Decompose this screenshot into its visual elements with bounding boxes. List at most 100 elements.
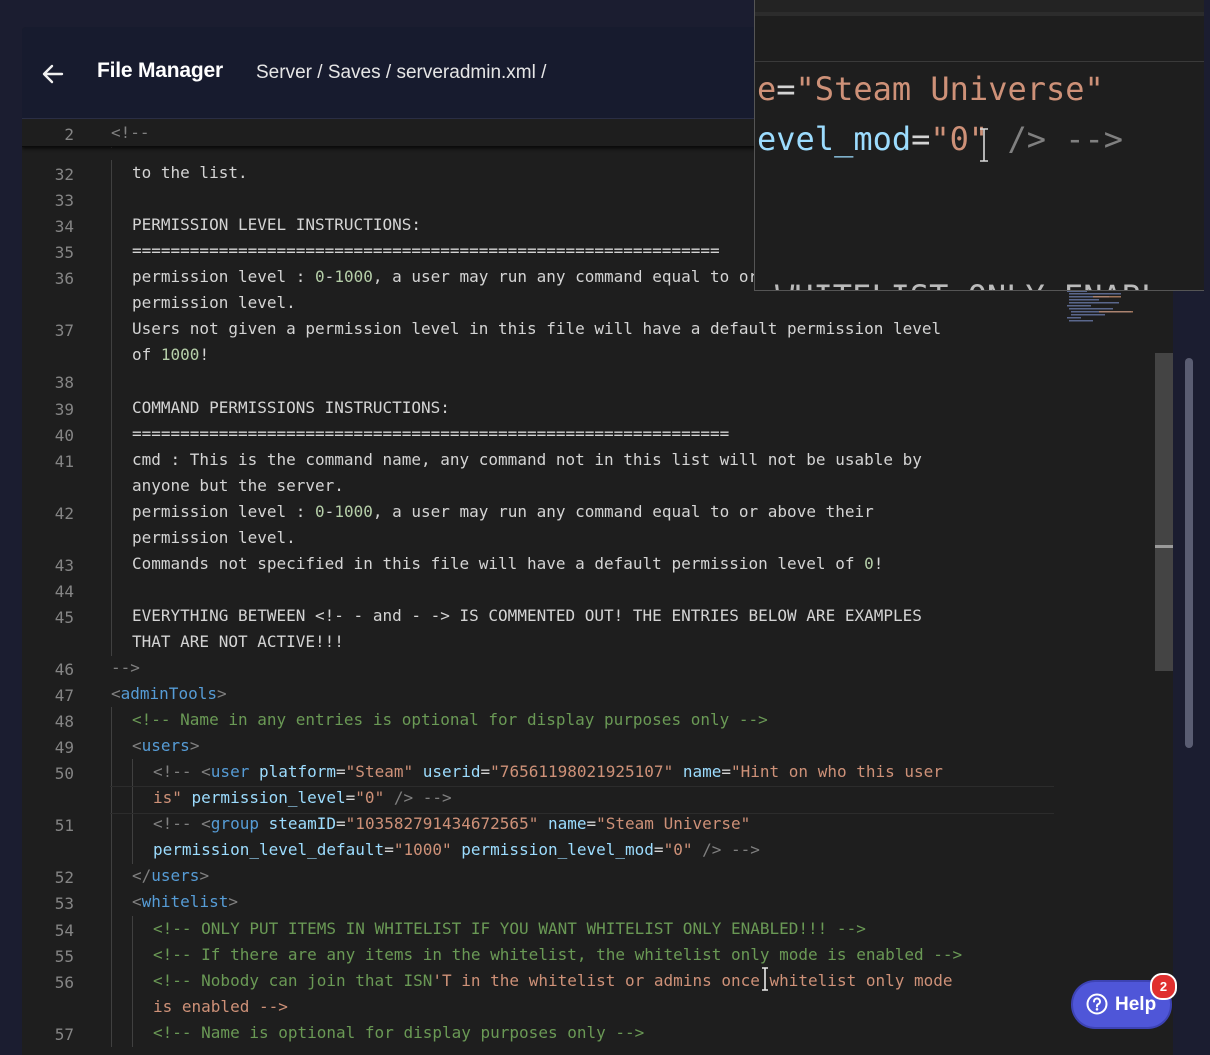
code-line[interactable]: 55 <!-- If there are any items in the whi… [22,941,1173,969]
code-line[interactable]: 51 <!-- <group steamID="10358279143467256… [22,811,1173,839]
back-arrow-icon[interactable] [40,61,66,87]
code-text: permission level : 0-1000, a user may ru… [132,502,874,521]
code-token: < [132,892,142,912]
code-text: <!-- Nobody can join that ISN'T in the w… [153,971,953,990]
breadcrumb-item-saves[interactable]: Saves [328,62,381,83]
code-line[interactable]: 50 <!-- <user platform="Steam" userid="76… [22,759,1173,787]
code-token: permission_level_mod [461,840,654,860]
code-token: ! [199,345,210,365]
code-line[interactable]: 38 [22,368,1173,396]
code-token: --> [111,658,140,677]
code-text: <!-- ONLY PUT ITEMS IN WHITELIST IF YOU … [153,919,866,938]
line-number: 36 [54,269,74,289]
code-token: group [210,814,269,834]
code-text: <whitelist> [132,892,238,911]
zoom-token: "Steam Universe" [795,70,1104,108]
code-line[interactable]: permission level. [22,290,1173,318]
code-token: 1000 [334,267,373,287]
code-text: <!-- If there are any items in the white… [153,945,962,964]
code-token: <!-- ONLY PUT ITEMS IN WHITELIST IF YOU … [153,918,866,938]
code-token: steamID [268,814,337,834]
code-token: 1000 [334,501,373,521]
code-line[interactable]: 52 </users> [22,863,1173,891]
code-line[interactable]: permission_level_default="1000" permissi… [22,837,1173,865]
indent-guide [111,733,112,761]
line-number: 51 [54,816,74,836]
minimap[interactable] [1063,288,1153,330]
code-token: <!-- Nobody can join that ISN [153,970,433,990]
zoom-divider [755,61,1204,62]
line-number: 41 [54,451,74,471]
indent-guide [111,993,112,1021]
indent-guide [111,524,112,552]
code-token: COMMAND PERMISSIONS INSTRUCTIONS: [132,397,450,417]
code-token: > [189,736,200,756]
code-text: ========================================… [132,241,720,260]
code-line[interactable]: 37 Users not given a permission level in … [22,316,1173,344]
code-line[interactable]: 53 <whitelist> [22,889,1173,917]
code-line[interactable]: anyone but the server. [22,472,1173,500]
code-token: adminTools [120,684,217,704]
code-token: < [111,684,121,704]
code-token: > [228,892,238,912]
zoom-divider [755,0,1204,16]
indent-guide [111,863,112,891]
indent-guide [111,290,112,318]
breadcrumb-item-server[interactable]: Server [256,62,312,83]
code-line[interactable]: 45 EVERYTHING BETWEEN <!- - and - -> IS C… [22,602,1173,630]
indent-guide [111,472,112,500]
line-number: 56 [54,972,74,992]
indent-guide [111,212,112,240]
zoom-token: "0" [930,120,1008,158]
line-number: 46 [54,660,74,679]
code-line[interactable]: 40 ======================================… [22,420,1173,448]
breadcrumb-separator: / [311,62,328,83]
code-line[interactable]: 54 <!-- ONLY PUT ITEMS IN WHITELIST IF YO… [22,915,1173,943]
code-token: PERMISSION LEVEL INSTRUCTIONS: [132,215,421,235]
indent-guide [111,342,112,370]
indent-guide [111,628,112,656]
help-label: Help [1115,994,1157,1015]
code-token: to the list. [132,163,248,183]
code-text: THAT ARE NOT ACTIVE!!! [132,632,344,651]
code-token: 0 [864,553,874,573]
code-token: ========================================… [132,241,720,261]
code-line[interactable]: 39 COMMAND PERMISSIONS INSTRUCTIONS: [22,394,1173,422]
line-number: 50 [54,764,74,784]
code-line[interactable]: permission level. [22,524,1173,552]
code-token: Commands not specified in this file will… [132,553,865,573]
code-line[interactable]: is enabled --> [22,993,1173,1021]
code-line[interactable]: 46 --> [22,655,1173,681]
line-number: 40 [54,425,74,445]
code-text: <!-- Name is optional for display purpos… [153,1023,644,1042]
code-line[interactable]: 41 cmd : This is the command name, any co… [22,446,1173,474]
code-text: <!-- <group steamID="103582791434672565"… [153,814,750,833]
code-line[interactable]: 42 permission level : 0-1000, a user may … [22,498,1173,526]
code-token: = [653,840,664,860]
code-line[interactable]: 57 <!-- Name is optional for display purp… [22,1019,1173,1047]
breadcrumb-item-file[interactable]: serveradmin.xml [396,62,535,83]
code-line[interactable]: 49 <users> [22,733,1173,761]
zoom-partial-text: WHITELIST ONLY ENABL [775,278,1160,290]
indent-guide [111,967,112,995]
line-number: 38 [54,373,74,393]
code-token: anyone but the server. [132,475,344,495]
code-line[interactable]: 43 Commands not specified in this file wi… [22,550,1173,578]
code-token: = [586,814,597,834]
code-text: <!-- Name in any entries is optional for… [132,710,768,729]
code-token: users [151,866,200,886]
code-line[interactable]: 48 <!-- Name in any entries is optional f… [22,707,1173,735]
page-scrollbar[interactable] [1185,358,1193,748]
code-token: < [132,736,142,756]
code-line[interactable]: 56 <!-- Nobody can join that ISN'T in the… [22,967,1173,995]
code-line[interactable]: of 1000! [22,342,1173,370]
indent-guide [111,420,112,448]
code-text: <users> [132,736,199,755]
code-line[interactable]: 44 [22,576,1173,604]
text-cursor-icon [980,128,988,162]
code-line[interactable]: 47 <adminTools> [22,681,1173,707]
code-text: --> [111,658,140,677]
editor-scrollbar-thumb[interactable] [1155,353,1173,671]
code-text: </users> [132,866,209,885]
code-line[interactable]: THAT ARE NOT ACTIVE!!! [22,628,1173,656]
